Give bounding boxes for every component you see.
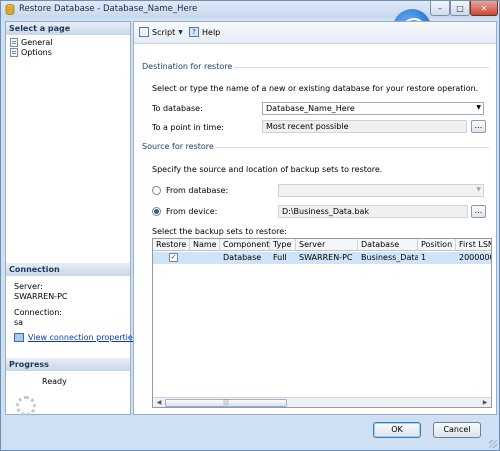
column-header[interactable]: Type bbox=[270, 239, 296, 251]
sidebar-item-general[interactable]: General bbox=[10, 37, 53, 47]
cell-name bbox=[190, 252, 220, 264]
script-button[interactable]: Script ▼ bbox=[139, 27, 183, 37]
close-button[interactable]: ✕ bbox=[470, 1, 498, 16]
backup-sets-label: Select the backup sets to restore: bbox=[152, 227, 287, 236]
chevron-down-icon[interactable]: ▼ bbox=[476, 104, 481, 111]
help-button[interactable]: ? Help bbox=[189, 27, 220, 37]
chevron-down-icon[interactable]: ▼ bbox=[476, 186, 481, 193]
script-icon bbox=[139, 27, 149, 37]
connection-label: Connection: bbox=[14, 308, 62, 317]
cell-type: Full bbox=[273, 253, 287, 262]
to-database-label: To database: bbox=[152, 104, 203, 113]
resize-grip-icon[interactable] bbox=[489, 440, 497, 448]
progress-spinner-icon bbox=[16, 396, 36, 416]
scroll-thumb[interactable]: ||| bbox=[165, 399, 287, 407]
connection-header: Connection bbox=[6, 263, 130, 276]
cell-server: SWARREN-PC bbox=[299, 253, 353, 262]
source-description: Specify the source and location of backu… bbox=[152, 165, 383, 174]
sidebar-item-label: General bbox=[21, 37, 53, 47]
column-header[interactable]: Position bbox=[418, 239, 456, 251]
restore-database-window: Restore Database - Database_Name_Here – … bbox=[0, 0, 500, 451]
section-divider bbox=[234, 67, 489, 68]
scroll-left-icon[interactable]: ◀ bbox=[154, 399, 164, 407]
to-point-in-time-field: Most recent possible bbox=[262, 120, 467, 133]
help-label: Help bbox=[202, 27, 221, 37]
progress-status: Ready bbox=[42, 377, 67, 386]
toolbar: Script ▼ ? Help bbox=[134, 22, 496, 44]
help-icon: ? bbox=[189, 27, 199, 37]
restore-checkbox[interactable]: ✓ bbox=[169, 253, 178, 262]
destination-section-header: Destination for restore bbox=[142, 62, 233, 71]
to-database-combo[interactable]: Database_Name_Here ▼ bbox=[262, 102, 484, 115]
sidebar-item-label: Options bbox=[21, 47, 52, 57]
to-point-in-time-label: To a point in time: bbox=[152, 123, 224, 132]
server-value: SWARREN-PC bbox=[14, 292, 68, 301]
column-header[interactable]: First LSN bbox=[456, 239, 491, 251]
cell-first-lsn: 200000000 bbox=[459, 253, 491, 262]
database-icon bbox=[5, 4, 15, 15]
view-connection-properties-label[interactable]: View connection properties bbox=[28, 333, 137, 342]
from-database-combo[interactable]: ▼ bbox=[278, 184, 484, 197]
connection-properties-icon bbox=[14, 333, 24, 342]
destination-description: Select or type the name of a new or exis… bbox=[152, 84, 479, 93]
cell-database: Business_Data bbox=[361, 253, 418, 262]
progress-header: Progress bbox=[6, 358, 130, 371]
ok-button[interactable]: OK bbox=[373, 422, 421, 438]
page-icon bbox=[10, 47, 18, 57]
column-header[interactable]: Component bbox=[220, 239, 270, 251]
connection-value: sa bbox=[14, 318, 24, 327]
minimize-button[interactable]: – bbox=[430, 1, 450, 16]
cell-component: Database bbox=[223, 253, 262, 262]
title-bar[interactable]: Restore Database - Database_Name_Here – … bbox=[1, 1, 499, 18]
from-database-radio[interactable] bbox=[152, 186, 161, 195]
view-connection-properties-link[interactable]: View connection properties bbox=[14, 333, 137, 342]
column-header[interactable]: Database bbox=[358, 239, 418, 251]
script-label: Script bbox=[152, 27, 176, 37]
select-page-header: Select a page bbox=[6, 22, 130, 35]
section-divider bbox=[214, 147, 489, 148]
grid-header: Restore Name Component Type Server Datab… bbox=[153, 239, 491, 251]
column-header[interactable]: Restore bbox=[153, 239, 190, 251]
from-device-radio[interactable] bbox=[152, 207, 161, 216]
from-database-label[interactable]: From database: bbox=[166, 186, 228, 195]
server-label: Server: bbox=[14, 282, 43, 291]
source-section-header: Source for restore bbox=[142, 142, 214, 151]
column-header[interactable]: Server bbox=[296, 239, 358, 251]
left-pane: Select a page General Options Connection… bbox=[5, 21, 137, 416]
from-device-label[interactable]: From device: bbox=[166, 207, 217, 216]
scroll-right-icon[interactable]: ▶ bbox=[480, 399, 490, 407]
maximize-button[interactable]: □ bbox=[450, 1, 470, 16]
device-browse-button[interactable]: ... bbox=[471, 205, 486, 218]
sidebar-item-options[interactable]: Options bbox=[10, 47, 52, 57]
point-in-time-browse-button[interactable]: ... bbox=[471, 120, 486, 133]
from-device-path-field: D:\Business_Data.bak bbox=[278, 205, 468, 218]
table-row[interactable]: ✓ Database Full SWARREN-PC Business_Data… bbox=[153, 252, 491, 264]
chevron-down-icon[interactable]: ▼ bbox=[178, 29, 183, 36]
horizontal-scrollbar[interactable]: ◀ ||| ▶ bbox=[153, 397, 491, 407]
cancel-button[interactable]: Cancel bbox=[433, 422, 481, 438]
backup-sets-grid[interactable]: Restore Name Component Type Server Datab… bbox=[152, 238, 492, 408]
column-header[interactable]: Name bbox=[190, 239, 220, 251]
page-icon bbox=[10, 37, 18, 47]
to-database-value: Database_Name_Here bbox=[266, 104, 355, 113]
main-pane: Script ▼ ? Help Destination for restore … bbox=[133, 21, 497, 415]
cell-position: 1 bbox=[421, 253, 427, 262]
window-title: Restore Database - Database_Name_Here bbox=[19, 4, 198, 14]
